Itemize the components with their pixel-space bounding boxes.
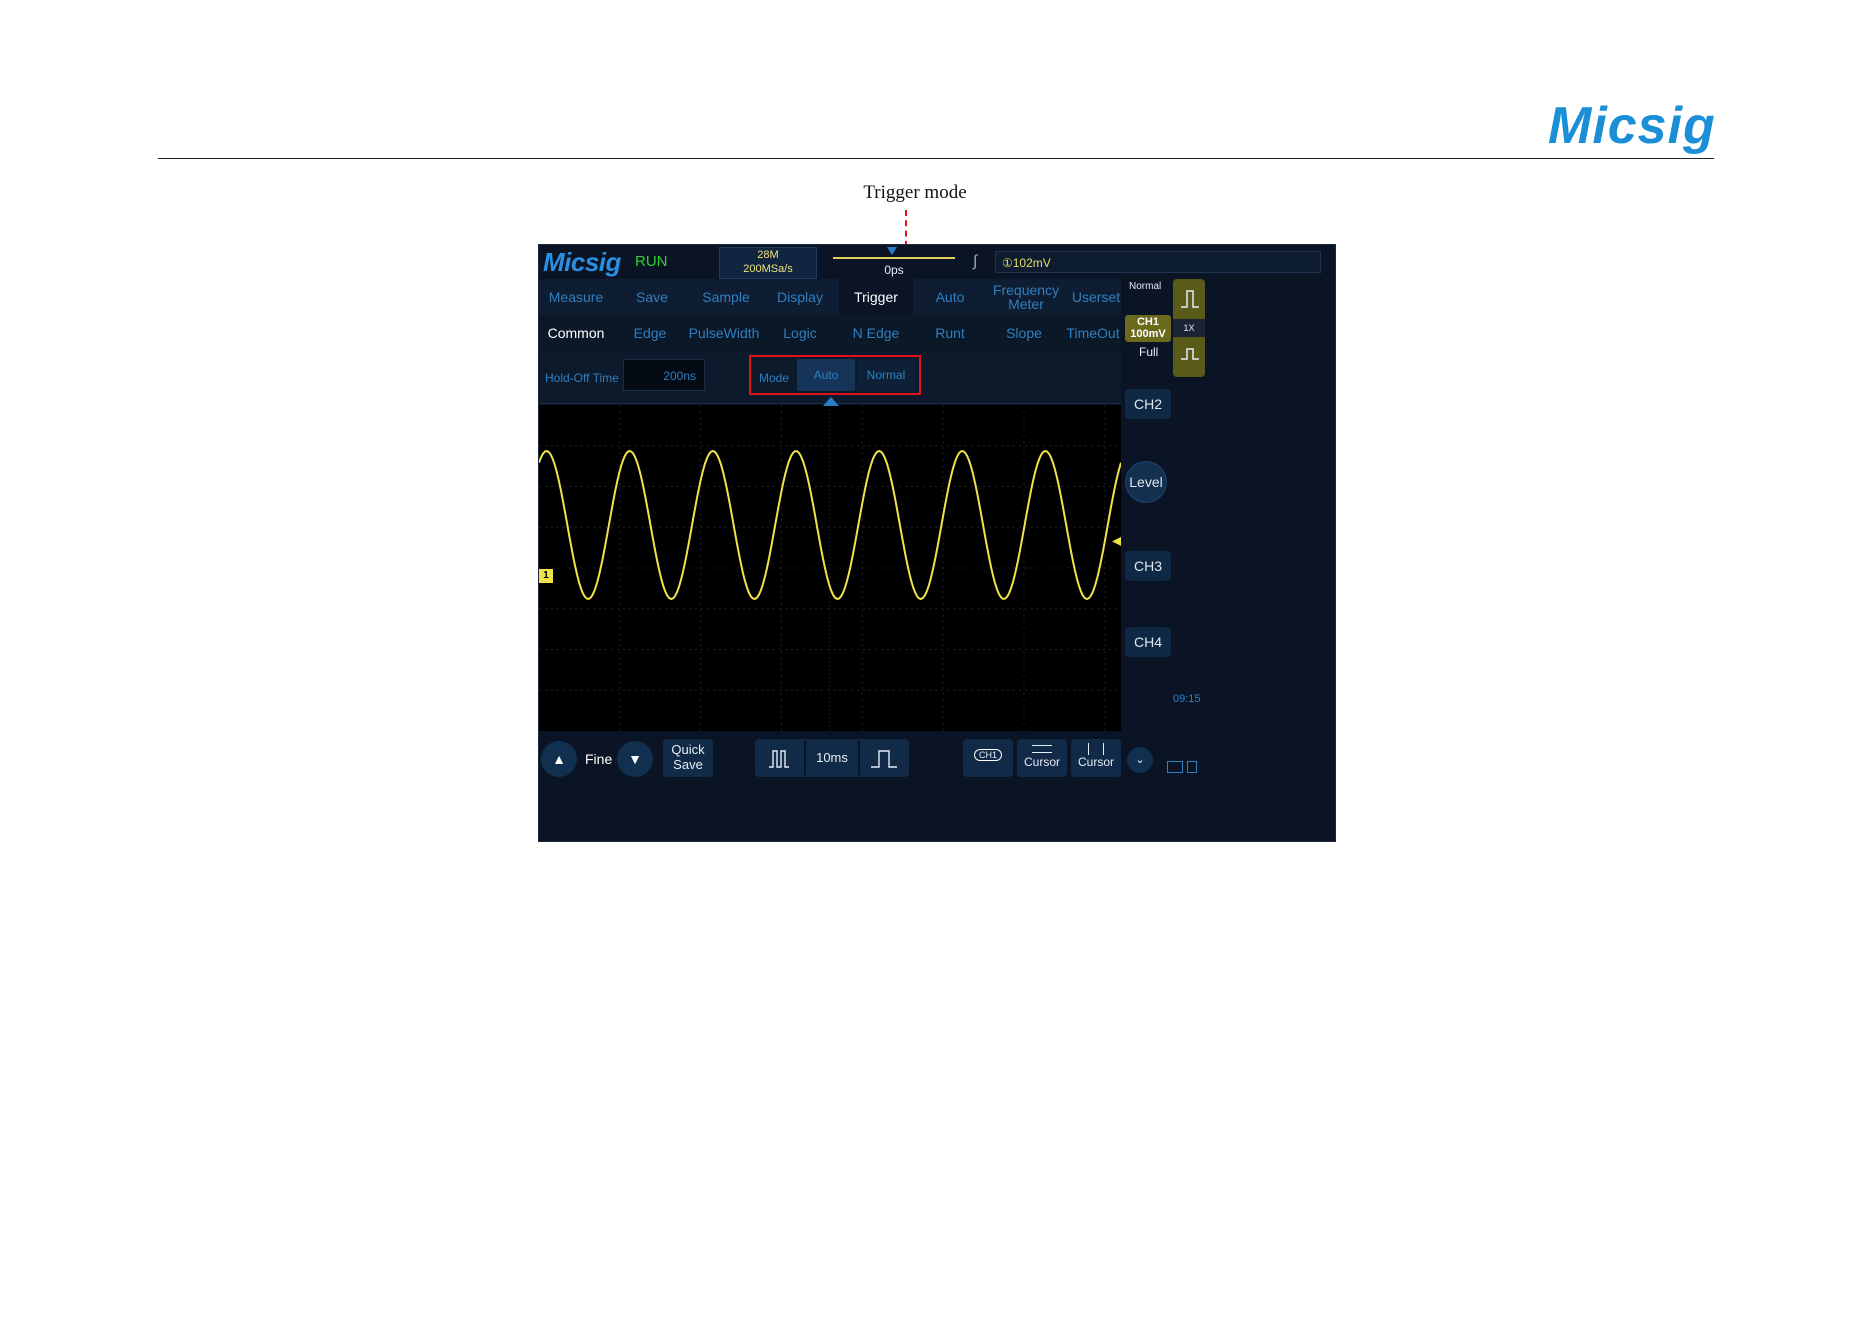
cursor-v-label: Cursor [1077,755,1114,769]
clock: 09:15 [1173,693,1201,705]
display-icon [1167,761,1183,773]
ch1-offset-marker[interactable]: 1 [539,569,553,583]
trigger-logic[interactable]: Logic [765,315,835,351]
cursor-horizontal-button[interactable]: Cursor [1017,739,1067,777]
quick-save-line2: Save [673,757,703,772]
waveform-display[interactable] [539,405,1121,731]
timebase-value: 10ms [816,750,848,765]
menu-display[interactable]: Display [763,279,837,315]
header-divider [158,158,1714,159]
acquisition-info[interactable]: 28M 200MSa/s [719,247,817,279]
trigger-common[interactable]: Common [539,315,613,351]
annotation-trigger-mode: Trigger mode [863,182,967,203]
menu-save[interactable]: Save [615,279,689,315]
menu-measure[interactable]: Measure [539,279,613,315]
up-arrow-button[interactable]: ▲ [541,741,577,777]
ch1-button[interactable]: CH1 100mV [1125,315,1171,342]
memory-depth: 28M [757,249,779,261]
probe-ratio[interactable]: 1X [1173,319,1205,337]
cursor-vertical-button[interactable]: Cursor [1071,739,1121,777]
menu-sample[interactable]: Sample [689,279,763,315]
menu-auto[interactable]: Auto [913,279,987,315]
down-arrow-button[interactable]: ▼ [617,741,653,777]
ch2-button[interactable]: CH2 [1125,389,1171,419]
holdoff-time-label: Hold-Off Time [545,371,619,385]
fine-label[interactable]: Fine [585,751,612,767]
holdoff-time-input[interactable]: 200ns [623,359,705,391]
cursor-h-label: Cursor [1023,755,1060,769]
chevron-down-icon[interactable]: ⌄ [1127,747,1153,773]
run-status[interactable]: RUN [635,253,668,270]
ch1-label: CH1 [1136,316,1159,328]
time-position-bar[interactable]: 0ps [825,247,963,277]
oscilloscope-screen: Micsig RUN 28M 200MSa/s 0ps ∫ ①102mV Mea… [538,244,1336,842]
memory-window-bar [833,257,955,259]
ch1-select-button[interactable]: CH1 [963,739,1013,777]
scope-logo: Micsig [543,247,621,277]
ch1-select-label: CH1 [973,749,1002,761]
trigger-position-marker-icon [887,247,897,255]
mode-highlight-box [749,355,921,395]
quick-save-button[interactable]: Quick Save [663,739,713,777]
horizontal-cursor-icon [1032,745,1052,753]
trigger-level-readout[interactable]: ①102mV [995,251,1321,273]
trigger-slope[interactable]: Slope [989,315,1059,351]
timebase-control[interactable]: 10ms [755,739,909,777]
trigger-edge[interactable]: Edge [615,315,685,351]
trigger-timeout[interactable]: TimeOut [1061,315,1125,351]
ch3-button[interactable]: CH3 [1125,551,1171,581]
menu-userset[interactable]: Userset [1067,279,1125,315]
trigger-runt[interactable]: Runt [915,315,985,351]
ch4-button[interactable]: CH4 [1125,627,1171,657]
brand-logo: Micsig [1548,97,1716,155]
trigger-point-marker-icon [823,397,839,406]
rising-edge-icon[interactable]: ∫ [973,253,977,271]
ch1-scale: 100mV [1130,328,1166,340]
level-knob[interactable]: Level [1125,461,1167,503]
bottom-toolbar: ▲ Fine ▼ Quick Save 10ms CH1 Cursor Curs… [539,731,1335,841]
trigger-status: Normal [1129,281,1162,292]
battery-icon [1187,761,1197,773]
trigger-n-edge[interactable]: N Edge [839,315,913,351]
quick-save-line1: Quick [671,742,705,757]
menu-trigger[interactable]: Trigger [839,279,913,315]
time-position: 0ps [884,263,904,277]
menu-frequency-meter[interactable]: Frequency Meter [987,279,1065,315]
sample-rate: 200MSa/s [743,263,793,275]
trigger-pulsewidth[interactable]: PulseWidth [685,315,763,351]
vertical-cursor-icon [1088,743,1104,755]
channel-panel: Normal CH1 100mV Full 1X CH2 Level CH3 C… [1121,279,1335,731]
waveform-svg [539,405,1121,731]
main-menu: Measure Save Sample Display Trigger Auto… [539,279,1121,315]
trigger-type-menu: Common Edge PulseWidth Logic N Edge Runt… [539,315,1121,351]
bandwidth-limit: Full [1139,345,1159,359]
